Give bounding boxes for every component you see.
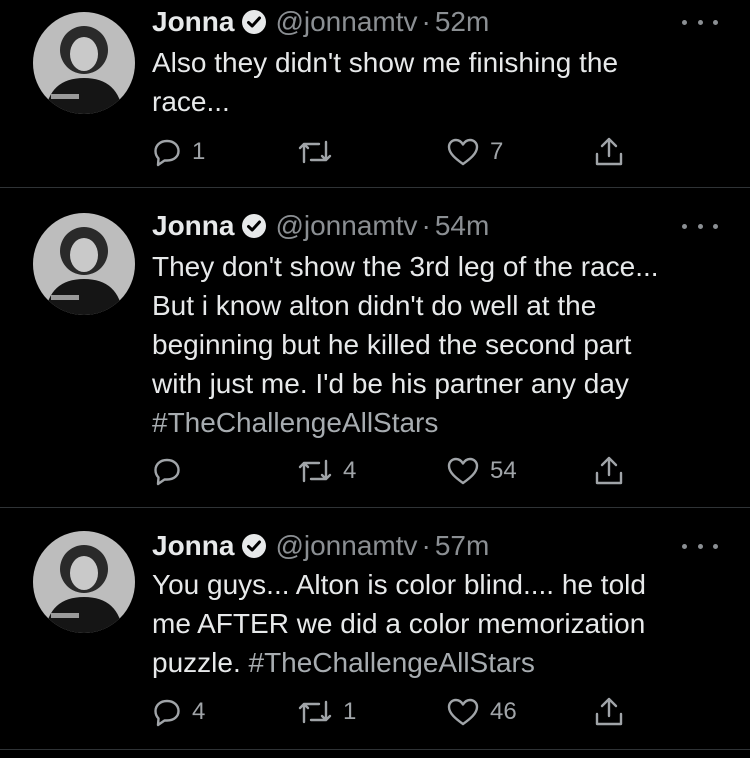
author-handle[interactable]: @jonnamtv bbox=[275, 210, 417, 242]
more-horizontal-icon[interactable] bbox=[682, 216, 718, 236]
tweet-actions: 4 54 bbox=[152, 451, 632, 491]
reply-button[interactable]: 4 bbox=[152, 692, 205, 732]
timestamp[interactable]: 54m bbox=[435, 210, 489, 242]
tweet-text-line: beginning but he killed the second part bbox=[152, 329, 632, 360]
separator-dot: · bbox=[421, 210, 431, 241]
retweet-count: 4 bbox=[343, 457, 357, 484]
author-name[interactable]: Jonna bbox=[152, 530, 234, 562]
reply-bubble-icon bbox=[154, 139, 180, 167]
like-count: 54 bbox=[490, 457, 517, 484]
share-button[interactable] bbox=[593, 692, 625, 732]
separator-dot: · bbox=[421, 530, 431, 561]
hashtag-link[interactable]: #TheChallengeAllStars bbox=[249, 647, 535, 678]
tweet-1[interactable]: Jonna @jonnamtv · 52m Also they didn't s… bbox=[0, 0, 750, 188]
verified-badge-icon bbox=[241, 9, 267, 35]
reply-button[interactable] bbox=[152, 451, 192, 491]
retweet-button[interactable]: 1 bbox=[297, 692, 356, 732]
reply-count: 4 bbox=[192, 698, 206, 725]
reply-bubble-icon bbox=[154, 458, 180, 486]
reply-button[interactable]: 1 bbox=[152, 132, 205, 172]
tweet-text-line: me AFTER we did a color memorization bbox=[152, 608, 646, 639]
retweet-icon bbox=[298, 459, 332, 483]
retweet-icon bbox=[298, 140, 332, 164]
verified-badge-icon bbox=[241, 213, 267, 239]
more-horizontal-icon[interactable] bbox=[682, 12, 718, 32]
tweet-text-line: You guys... Alton is color blind.... he … bbox=[152, 569, 646, 600]
heart-icon bbox=[447, 698, 479, 726]
share-upload-icon bbox=[595, 697, 623, 726]
tweet-text-fragment: puzzle. bbox=[152, 647, 249, 678]
tweet-2[interactable]: Jonna @jonnamtv · 54m They don't show th… bbox=[0, 188, 750, 508]
tweet-text-line: race... bbox=[152, 86, 230, 117]
like-count: 7 bbox=[490, 138, 504, 165]
timestamp[interactable]: 57m bbox=[435, 530, 489, 562]
retweet-icon bbox=[298, 700, 332, 724]
author-name[interactable]: Jonna bbox=[152, 6, 234, 38]
like-count: 46 bbox=[490, 698, 517, 725]
like-button[interactable]: 46 bbox=[446, 692, 517, 732]
avatar[interactable] bbox=[33, 531, 135, 633]
reply-bubble-icon bbox=[154, 699, 180, 727]
heart-icon bbox=[447, 457, 479, 485]
timestamp[interactable]: 52m bbox=[435, 6, 489, 38]
share-upload-icon bbox=[595, 456, 623, 485]
like-button[interactable]: 54 bbox=[446, 451, 517, 491]
retweet-button[interactable] bbox=[297, 132, 343, 172]
tweet-text-line: with just me. I'd be his partner any day bbox=[152, 368, 629, 399]
separator-dot: · bbox=[421, 6, 431, 37]
avatar[interactable] bbox=[33, 213, 135, 315]
share-button[interactable] bbox=[593, 132, 625, 172]
like-button[interactable]: 7 bbox=[446, 132, 503, 172]
tweet-3[interactable]: Jonna @jonnamtv · 57m You guys... Alton … bbox=[0, 508, 750, 750]
share-button[interactable] bbox=[593, 451, 625, 491]
verified-badge-icon bbox=[241, 533, 267, 559]
hashtag-link[interactable]: #TheChallengeAllStars bbox=[152, 403, 732, 442]
tweet-text: Also they didn't show me finishing the r… bbox=[152, 43, 732, 121]
tweet-text-line: They don't show the 3rd leg of the race.… bbox=[152, 251, 659, 282]
more-horizontal-icon[interactable] bbox=[682, 536, 718, 556]
share-upload-icon bbox=[595, 137, 623, 166]
author-handle[interactable]: @jonnamtv bbox=[275, 530, 417, 562]
author-name[interactable]: Jonna bbox=[152, 210, 234, 242]
tweet-actions: 1 7 bbox=[152, 132, 632, 172]
tweet-text-line: Also they didn't show me finishing the bbox=[152, 47, 619, 78]
tweet-actions: 4 1 46 bbox=[152, 692, 632, 732]
tweet-text-line-last: puzzle. #TheChallengeAllStars bbox=[152, 643, 732, 682]
heart-icon bbox=[447, 138, 479, 166]
avatar[interactable] bbox=[33, 12, 135, 114]
retweet-count: 1 bbox=[343, 698, 357, 725]
reply-count: 1 bbox=[192, 138, 206, 165]
tweet-text-line: But i know alton didn't do well at the bbox=[152, 290, 597, 321]
tweet-text: They don't show the 3rd leg of the race.… bbox=[152, 247, 732, 442]
author-handle[interactable]: @jonnamtv bbox=[275, 6, 417, 38]
tweet-text: You guys... Alton is color blind.... he … bbox=[152, 565, 732, 682]
retweet-button[interactable]: 4 bbox=[297, 451, 356, 491]
